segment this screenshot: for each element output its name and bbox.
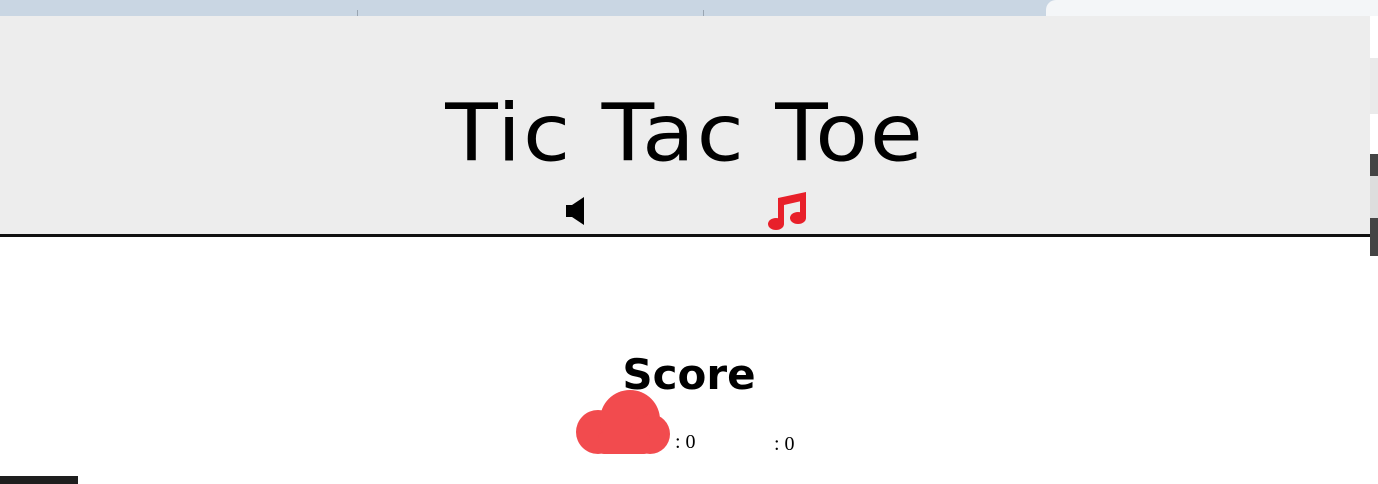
cloud-icon <box>576 390 670 454</box>
audio-controls <box>0 186 1370 234</box>
player-two-score: : 0 <box>774 433 795 455</box>
player-one-marker <box>574 386 670 456</box>
player-one-score: : 0 <box>675 431 696 453</box>
game-header: Tic Tac Toe <box>0 16 1370 237</box>
score-board: : 0 : 0 <box>0 380 1378 460</box>
sound-toggle-button[interactable] <box>564 194 592 228</box>
speaker-icon <box>566 197 584 225</box>
game-title: Tic Tac Toe <box>445 87 925 180</box>
footer-corner <box>0 476 78 484</box>
music-note-icon <box>768 192 806 230</box>
browser-popup-edge <box>1046 0 1378 16</box>
window-edge <box>1370 16 1378 256</box>
music-toggle-button[interactable] <box>766 190 812 232</box>
